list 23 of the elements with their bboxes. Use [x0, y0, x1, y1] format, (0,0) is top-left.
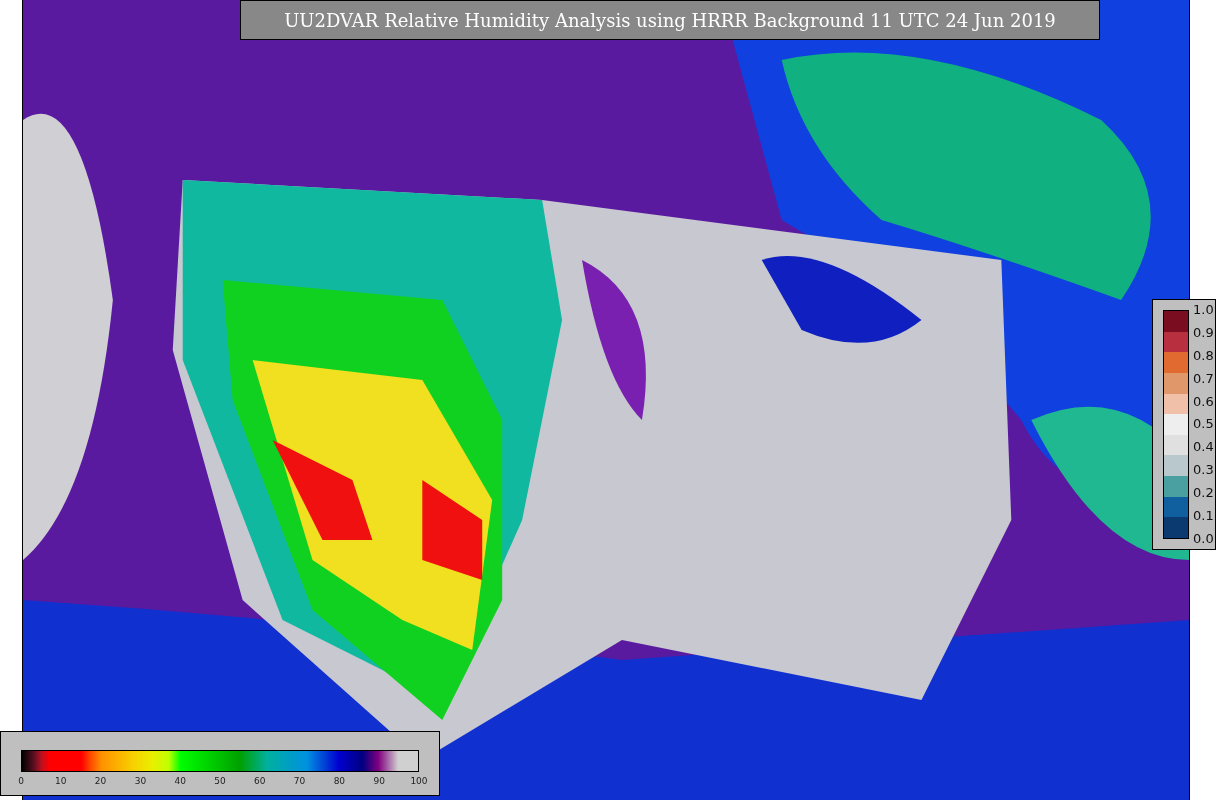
tick-label: 0.6 — [1193, 393, 1214, 410]
tick-label: 0.1 — [1193, 508, 1214, 524]
tick-label: 70 — [292, 776, 307, 786]
tick-label: 0.7 — [1193, 370, 1214, 387]
tick-label: 1.0 — [1193, 302, 1214, 318]
tick-label: 100 — [409, 776, 429, 786]
tick-label: 80 — [332, 776, 347, 786]
map-title: UU2DVAR Relative Humidity Analysis using HRRR Background 11 UTC 24 Jun 2019 — [240, 0, 1100, 40]
tick-label: 90 — [372, 776, 386, 786]
tick-label: 0.0 — [1193, 530, 1214, 547]
tick-label: 20 — [93, 776, 108, 786]
tick-label: 0.9 — [1193, 324, 1214, 341]
tick-label: 50 — [213, 776, 227, 786]
tick-label: 10 — [54, 776, 68, 786]
tick-label: 60 — [253, 776, 267, 786]
tick-label: 0.8 — [1193, 347, 1214, 364]
tick-label: 0.5 — [1193, 416, 1214, 433]
tick-label: 0 — [17, 776, 25, 786]
tick-label: 30 — [133, 776, 148, 786]
tick-label: 0.3 — [1193, 462, 1214, 479]
tick-label: 0.4 — [1193, 439, 1214, 456]
tick-label: 40 — [173, 776, 187, 786]
tick-label: 0.2 — [1193, 485, 1214, 502]
